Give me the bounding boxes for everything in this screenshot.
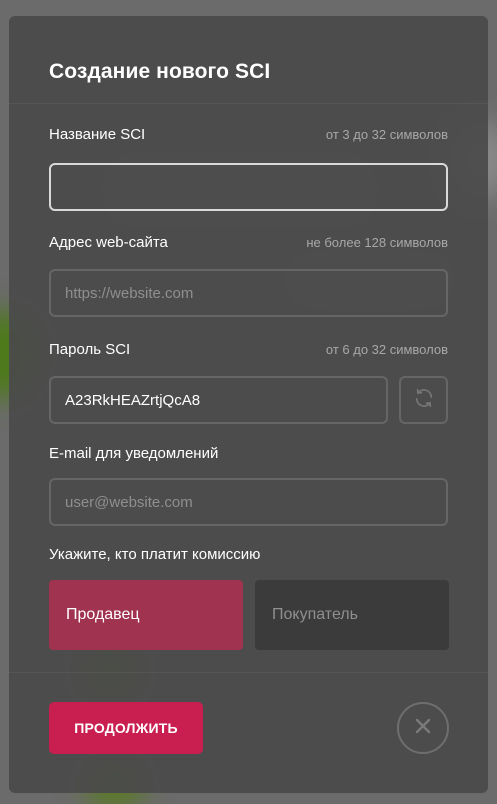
continue-button[interactable]: ПРОДОЛЖИТЬ (49, 702, 203, 754)
create-sci-modal: Создание нового SCI Название SCI от 3 до… (9, 16, 488, 793)
payer-option-buyer[interactable]: Покупатель (255, 580, 449, 650)
refresh-icon (413, 387, 435, 414)
email-input[interactable] (49, 478, 448, 526)
modal-title: Создание нового SCI (49, 60, 271, 83)
close-button[interactable] (397, 702, 449, 754)
sci-name-hint: от 3 до 32 символов (325, 127, 448, 142)
payer-option-label: Покупатель (272, 606, 358, 623)
sci-name-input[interactable] (49, 163, 448, 211)
payer-option-seller[interactable]: Продавец (49, 580, 243, 650)
password-input[interactable] (49, 376, 388, 424)
password-label: Пароль SCI (49, 341, 131, 358)
footer-divider (9, 672, 488, 673)
close-icon (414, 717, 432, 740)
website-label: Адрес web-сайта (49, 234, 168, 251)
website-input[interactable] (49, 269, 448, 317)
website-hint: не более 128 символов (306, 235, 448, 250)
email-label: E-mail для уведомлений (49, 445, 219, 462)
payer-option-label: Продавец (66, 606, 140, 623)
commission-label: Укажите, кто платит комиссию (49, 546, 261, 563)
regenerate-password-button[interactable] (399, 376, 448, 424)
sci-name-label: Название SCI (49, 126, 146, 143)
password-hint: от 6 до 32 символов (325, 342, 448, 357)
